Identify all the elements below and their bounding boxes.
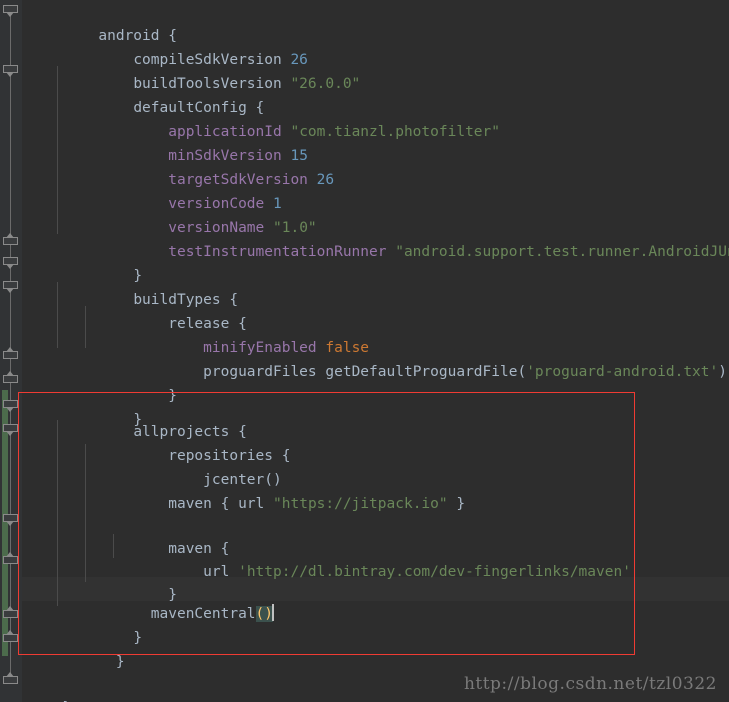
token-buildtoolsversion-value: "26.0.0" — [290, 76, 361, 92]
code-line: android { — [46, 0, 177, 44]
code-editor-screenshot: android { compileSdkVersion 26 buildTool… — [0, 0, 729, 702]
fold-marker-maven[interactable] — [3, 514, 18, 526]
token-jitpack-url: "https://jitpack.io" — [273, 496, 448, 512]
token-getdefaultproguardfile: getDefaultProguardFile — [325, 364, 518, 380]
code-line: jcenter() — [46, 444, 282, 488]
token-testinstrumentationrunner-value: "android.support.test.runner.AndroidJUni… — [395, 244, 729, 260]
code-text-area[interactable]: android { compileSdkVersion 26 buildTool… — [22, 0, 729, 702]
code-line: defaultConfig { — [46, 72, 264, 116]
code-line: buildTypes { — [46, 264, 238, 308]
text-caret — [272, 604, 275, 621]
editor-gutter[interactable] — [0, 0, 22, 702]
token-targetsdkversion-value: 26 — [316, 172, 335, 188]
code-line: applicationId "com.tianzl.photofilter" — [46, 96, 500, 140]
fold-marker-release-end[interactable] — [3, 347, 18, 363]
fold-marker-repositories-end[interactable] — [3, 606, 18, 622]
code-line: repositories { — [46, 420, 290, 464]
fold-marker-allprojects[interactable] — [3, 400, 18, 412]
code-line: allprojects { — [46, 396, 247, 440]
token-brace-close: } — [133, 630, 143, 646]
fold-marker-android[interactable] — [3, 5, 18, 17]
token-brace-close: } — [456, 496, 466, 512]
fold-marker-defaultconfig-end[interactable] — [3, 233, 18, 249]
code-line: maven { url "https://jitpack.io" } — [46, 468, 465, 512]
code-line: } — [46, 240, 142, 284]
code-line: compileSdkVersion 26 — [46, 24, 308, 68]
fold-marker-allprojects-end[interactable] — [3, 630, 18, 646]
code-line: versionCode 1 — [46, 168, 282, 212]
code-line: minifyEnabled false — [46, 312, 369, 356]
token-mavencentral: mavenCentral — [150, 606, 256, 622]
fold-marker-android-end[interactable] — [3, 672, 18, 688]
token-testinstrumentationrunner: testInstrumentationRunner — [168, 244, 387, 260]
watermark-text: http://blog.csdn.net/tzl0322 — [463, 674, 717, 694]
token-bintray-url: 'http://dl.bintray.com/dev-fingerlinks/m… — [238, 564, 631, 580]
token-brace-close: } — [115, 654, 125, 670]
token-maven: maven — [168, 496, 212, 512]
token-paren-close: ) — [718, 364, 727, 380]
code-line: } — [46, 626, 125, 670]
code-line: versionName "1.0" — [46, 192, 316, 236]
token-proguardfiles: proguardFiles — [203, 364, 317, 380]
fold-marker-maven-end[interactable] — [3, 552, 18, 568]
code-line: minSdkVersion 15 — [46, 120, 308, 164]
code-line: } — [46, 360, 177, 404]
code-line: } — [46, 602, 142, 646]
fold-marker-defaultconfig[interactable] — [3, 65, 18, 77]
token-paren-open: ( — [517, 364, 527, 380]
code-line: buildToolsVersion "26.0.0" — [46, 48, 360, 92]
code-line: } — [22, 672, 71, 702]
fold-marker-buildtypes-end[interactable] — [3, 371, 18, 387]
fold-marker-buildtypes[interactable] — [3, 257, 18, 269]
code-line: url 'http://dl.bintray.com/dev-fingerlin… — [46, 536, 631, 580]
code-line: mavenCentral() — [46, 578, 275, 622]
code-line: targetSdkVersion 26 — [46, 144, 334, 188]
token-url: url — [238, 496, 265, 512]
token-mavencentral-parens: () — [255, 606, 274, 622]
fold-marker-repositories[interactable] — [3, 424, 18, 436]
token-proguard-arg1: 'proguard-android.txt' — [526, 364, 719, 380]
code-line: proguardFiles getDefaultProguardFile('pr… — [46, 336, 729, 380]
code-line: maven { — [46, 513, 229, 557]
code-line: release { — [46, 288, 247, 332]
token-applicationid-value: "com.tianzl.photofilter" — [290, 124, 500, 140]
token-brace-open: { — [281, 448, 291, 464]
code-line: testInstrumentationRunner "android.suppo… — [46, 216, 729, 260]
fold-marker-release[interactable] — [3, 281, 18, 293]
